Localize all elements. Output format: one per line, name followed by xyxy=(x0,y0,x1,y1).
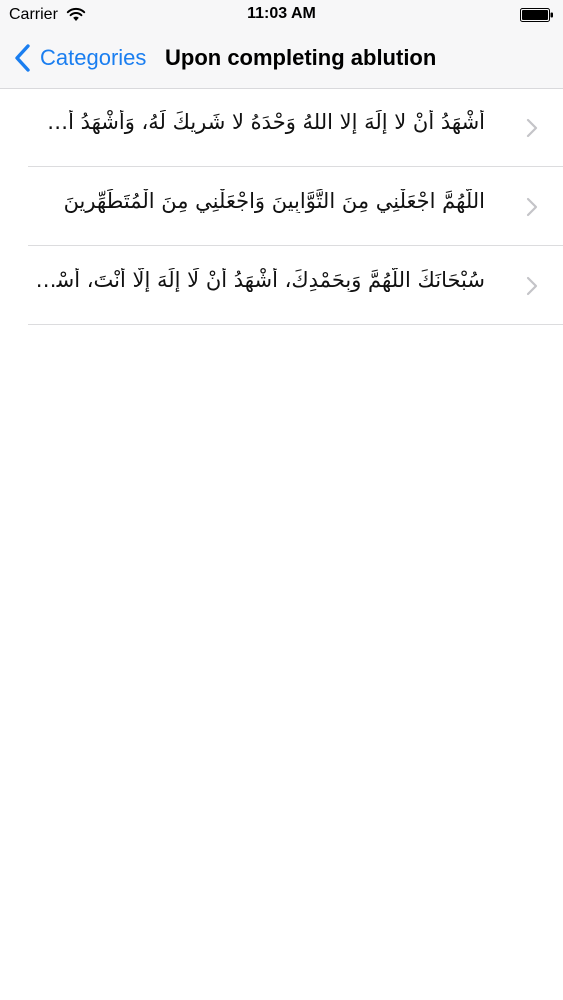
list-item[interactable]: اللَّهُمَّ اجْعَلْنِي مِنَ التَّوَّابِين… xyxy=(0,167,563,246)
list-item-text: سُبْحَانَكَ اللَّهُمَّ وَبِحَمْدِكَ، أَش… xyxy=(35,268,485,292)
list-item[interactable]: أَشْهَدُ أَنْ لا إِلَهَ إِلا اللهُ وَحْد… xyxy=(0,88,563,167)
status-bar: Carrier 11:03 AM xyxy=(0,0,563,30)
list-item-text: أَشْهَدُ أَنْ لا إِلَهَ إِلا اللهُ وَحْد… xyxy=(35,110,485,134)
dua-list: أَشْهَدُ أَنْ لا إِلَهَ إِلا اللهُ وَحْد… xyxy=(0,88,563,325)
chevron-right-icon xyxy=(526,118,538,138)
top-chrome: Carrier 11:03 AM Categories Upon complet… xyxy=(0,0,563,89)
list-item[interactable]: سُبْحَانَكَ اللَّهُمَّ وَبِحَمْدِكَ، أَش… xyxy=(0,246,563,325)
back-button-label: Categories xyxy=(40,45,147,70)
list-item-text: اللَّهُمَّ اجْعَلْنِي مِنَ التَّوَّابِين… xyxy=(63,189,485,213)
back-button[interactable]: Categories xyxy=(12,40,146,76)
status-time: 11:03 AM xyxy=(247,5,316,22)
chevron-right-icon xyxy=(526,197,538,217)
page-title: Upon completing ablution xyxy=(165,45,437,70)
screen: Carrier 11:03 AM Categories Upon complet… xyxy=(0,0,563,1000)
navigation-bar: Categories Upon completing ablution xyxy=(0,30,563,88)
battery-icon xyxy=(520,8,553,22)
chevron-left-icon xyxy=(15,44,30,72)
chevron-right-icon xyxy=(526,276,538,296)
row-divider xyxy=(28,324,563,325)
